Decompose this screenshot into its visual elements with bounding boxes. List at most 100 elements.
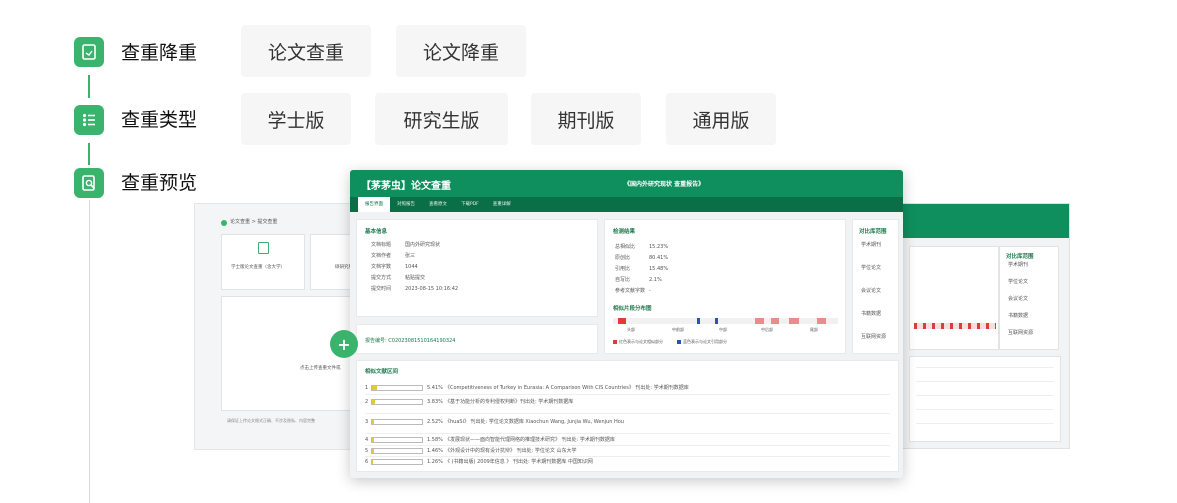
scope-item: 学位论文 <box>861 265 882 271</box>
upload-hint: 点击上传查重文件或 <box>300 366 341 371</box>
option-paper-check[interactable]: 论文查重 <box>241 25 371 77</box>
result-key: 总相似比 <box>615 244 636 250</box>
card-title: 学士版论文查重（含大学） <box>231 265 285 270</box>
result-value: 15.48% <box>649 266 669 272</box>
scope-heading: 对比库范围 <box>1006 254 1034 260</box>
similar-segment <box>755 318 764 324</box>
result-value: 15.23% <box>649 244 669 250</box>
compare-scope-card: 对比库范围 学术期刊 学位论文 会议论文 书籍数据 互联网资源 <box>852 219 899 354</box>
result-key: 原创比 <box>615 255 631 261</box>
dot-icon <box>221 220 227 226</box>
source-percent: 1.46% <box>427 448 443 454</box>
option-graduate[interactable]: 研究生版 <box>375 93 508 145</box>
source-text[interactable]: 《基于功能分析的专利侵权判断》刊出处: 学术期刊数据库 <box>445 399 573 406</box>
report-header: 【茅茅虫】论文查重 《国内外研究现状 查重报告》 <box>350 170 903 197</box>
report-title: 【茅茅虫】论文查重 <box>361 181 451 192</box>
source-text[interactable]: 《Competitiveness of Turkey in Eurasia: A… <box>445 385 689 392</box>
version-card[interactable]: 学士版论文查重（含大学） <box>221 234 305 290</box>
option-paper-rewrite[interactable]: 论文降重 <box>396 25 526 77</box>
result-key: 参考文献字数 <box>615 288 646 294</box>
tab-download[interactable]: 下载PDF <box>454 197 486 212</box>
info-value: 国内外研究现状 <box>405 242 441 248</box>
step-label-preview: 查重预览 <box>121 172 198 194</box>
distribution-heading: 相似片段分布图 <box>613 306 652 312</box>
doc-check-icon <box>74 37 104 67</box>
similarity-bar <box>371 399 423 405</box>
source-index: 6 <box>365 459 369 465</box>
option-bachelor[interactable]: 学士版 <box>241 93 351 145</box>
source-percent: 2.52% <box>427 419 443 425</box>
source-index: 1 <box>365 385 369 391</box>
option-journal[interactable]: 期刊版 <box>531 93 641 145</box>
tab-detail[interactable]: 查重详解 <box>486 197 518 212</box>
info-value: 2023-08-15 10:16:42 <box>405 286 459 292</box>
legend-similar: 红色表示与论文相似部分 <box>619 339 663 344</box>
axis-label: 中后部 <box>761 327 773 332</box>
info-value: 1044 <box>405 264 418 270</box>
report-number: 报告编号: C02023081510164190324 <box>365 338 456 344</box>
source-text[interactable]: 《huaSi》 刊出处: 学位论文数据库 Xiaochun Wang, Junj… <box>445 419 624 426</box>
legend-swatch-blue <box>677 340 681 344</box>
tab-original[interactable]: 查看原文 <box>422 197 454 212</box>
add-upload-icon[interactable]: + <box>330 330 358 358</box>
source-text[interactable]: 《外观设计中的现有设计抗辩》 刊出处: 学位论文 山东大学 <box>445 448 576 455</box>
scope-item: 学术期刊 <box>861 242 882 248</box>
breadcrumb: 论文查重 > 提交查重 <box>230 219 278 225</box>
preview-report-main: 【茅茅虫】论文查重 《国内外研究现状 查重报告》 报告界面 对照报告 查看原文 … <box>350 170 903 478</box>
scope-item: 书籍数据 <box>1008 313 1029 319</box>
step-label-check: 查重降重 <box>121 42 198 64</box>
info-key: 文档作者 <box>371 253 392 259</box>
report-tabs: 报告界面 对照报告 查看原文 下载PDF 查重详解 <box>350 197 903 212</box>
similar-segment <box>618 318 626 324</box>
info-key: 文档标题 <box>371 242 392 248</box>
book-icon <box>258 242 269 254</box>
tab-compare[interactable]: 对照报告 <box>390 197 422 212</box>
similarity-bar <box>371 448 423 454</box>
step-connector <box>89 200 90 503</box>
info-value: 张三 <box>405 253 416 259</box>
axis-label: 中部 <box>719 327 727 332</box>
scope-item: 互联网资源 <box>1008 330 1034 336</box>
basic-info-heading: 基本信息 <box>365 229 388 235</box>
tab-report[interactable]: 报告界面 <box>358 197 390 212</box>
info-key: 文档字数 <box>371 264 392 270</box>
source-index: 5 <box>365 448 369 454</box>
result-value: - <box>649 288 651 294</box>
scope-item: 互联网资源 <box>861 334 887 340</box>
source-percent: 1.26% <box>427 459 443 465</box>
source-text[interactable]: 《发展现状——面向智能代理网络的推理技术研究》 刊出处: 学术期刊数据库 <box>445 437 615 444</box>
cite-segment <box>697 318 700 324</box>
similarity-bar <box>371 437 423 443</box>
info-key: 提交方式 <box>371 275 392 281</box>
right-source-list <box>909 356 1061 442</box>
similar-segment <box>817 318 826 324</box>
scope-item: 会议论文 <box>1008 296 1029 302</box>
option-general[interactable]: 通用版 <box>666 93 776 145</box>
panel-footer: 请保证上传论文格式正确、不涉及隐私、内容完整 <box>227 418 315 423</box>
scope-item: 学术期刊 <box>1008 262 1029 268</box>
check-result-heading: 检测结果 <box>613 229 636 235</box>
right-scope-card: 对比库范围 学术期刊 学位论文 会议论文 书籍数据 互联网资源 <box>999 246 1059 350</box>
similar-segment <box>771 318 779 324</box>
similarity-bar <box>371 459 423 465</box>
compare-scope-heading: 对比库范围 <box>859 229 887 235</box>
legend-cite: 蓝色表示与论文引用部分 <box>683 339 727 344</box>
similarity-bar <box>371 385 423 391</box>
source-index: 3 <box>365 419 369 425</box>
source-text[interactable]: 《 (书籍出版) 2009年信息 》 刊出处: 学术期刊数据库 中国知识网 <box>445 459 593 466</box>
similar-source-heading: 相似文献区间 <box>365 369 399 375</box>
result-key: 引用比 <box>615 266 631 272</box>
source-index: 4 <box>365 437 369 443</box>
preview-report-page-right: 对比库范围 学术期刊 学位论文 会议论文 书籍数据 互联网资源 <box>900 203 1070 449</box>
source-index: 2 <box>365 399 369 405</box>
similarity-bar <box>371 419 423 425</box>
axis-label: 头部 <box>627 327 635 332</box>
scope-item: 书籍数据 <box>861 311 882 317</box>
distribution-bar <box>914 323 996 329</box>
similar-segment <box>789 318 799 324</box>
preview-search-icon <box>74 168 104 198</box>
check-result-card: 检测结果 总相似比 15.23% 原创比 80.41% 引用比 15.48% 自… <box>604 219 846 354</box>
axis-label: 尾部 <box>810 327 818 332</box>
source-percent: 3.83% <box>427 399 443 405</box>
info-value: 粘贴提交 <box>405 275 426 281</box>
